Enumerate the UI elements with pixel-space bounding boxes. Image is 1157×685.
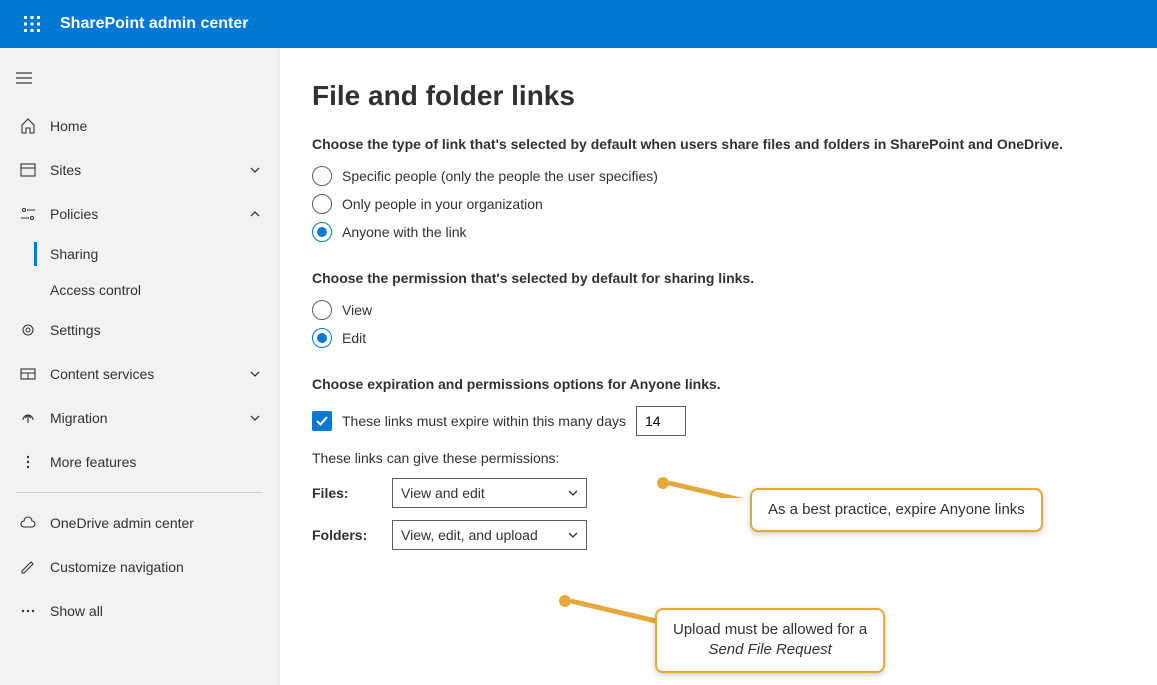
nav-label: Sites [50, 162, 247, 178]
radio-label: View [342, 302, 372, 318]
cloud-icon [18, 513, 38, 533]
nav-content-services[interactable]: Content services [0, 352, 279, 396]
nav-label: Access control [50, 282, 263, 298]
radio-icon [312, 300, 332, 320]
expire-label: These links must expire within this many… [342, 413, 626, 429]
app-title: SharePoint admin center [60, 15, 249, 33]
callout-line2: Send File Request [673, 640, 867, 660]
radio-specific-people[interactable]: Specific people (only the people the use… [312, 166, 1125, 186]
pencil-icon [18, 557, 38, 577]
nav-onedrive-admin[interactable]: OneDrive admin center [0, 501, 279, 545]
radio-label: Specific people (only the people the use… [342, 168, 658, 184]
chevron-down-icon [568, 485, 578, 501]
radio-icon [312, 222, 332, 242]
expire-checkbox[interactable] [312, 411, 332, 431]
files-dropdown[interactable]: View and edit [392, 478, 587, 508]
nav-label: Content services [50, 366, 247, 382]
chevron-down-icon [247, 162, 263, 178]
radio-icon [312, 328, 332, 348]
nav-sites[interactable]: Sites [0, 148, 279, 192]
nav-customize-navigation[interactable]: Customize navigation [0, 545, 279, 589]
nav-label: More features [50, 454, 263, 470]
sites-icon [18, 160, 38, 180]
page-title: File and folder links [312, 80, 1125, 112]
callout-best-practice: As a best practice, expire Anyone links [750, 488, 1043, 532]
nav-more-features[interactable]: More features [0, 440, 279, 484]
folders-dropdown[interactable]: View, edit, and upload [392, 520, 587, 550]
home-icon [18, 116, 38, 136]
nav-migration[interactable]: Migration [0, 396, 279, 440]
radio-only-org[interactable]: Only people in your organization [312, 194, 1125, 214]
app-launcher-icon[interactable] [8, 0, 56, 48]
callout-upload-required: Upload must be allowed for a Send File R… [655, 608, 885, 673]
gear-icon [18, 320, 38, 340]
dropdown-value: View, edit, and upload [401, 527, 538, 543]
radio-icon [312, 194, 332, 214]
nav-label: Policies [50, 206, 247, 222]
nav-divider [16, 492, 263, 493]
chevron-down-icon [247, 410, 263, 426]
chevron-up-icon [247, 206, 263, 222]
dropdown-value: View and edit [401, 485, 485, 501]
radio-label: Only people in your organization [342, 196, 543, 212]
more-vertical-icon [18, 452, 38, 472]
nav-label: Customize navigation [50, 559, 263, 575]
radio-edit[interactable]: Edit [312, 328, 1125, 348]
perm-label: These links can give these permissions: [312, 450, 1125, 466]
folders-label: Folders: [312, 527, 392, 543]
nav-label: Home [50, 118, 263, 134]
nav-label: Show all [50, 603, 263, 619]
main-content: File and folder links Choose the type of… [280, 48, 1157, 685]
migration-icon [18, 408, 38, 428]
top-bar: SharePoint admin center [0, 0, 1157, 48]
permission-heading: Choose the permission that's selected by… [312, 270, 1125, 286]
radio-icon [312, 166, 332, 186]
nav-home[interactable]: Home [0, 104, 279, 148]
radio-label: Edit [342, 330, 366, 346]
anyone-heading: Choose expiration and permissions option… [312, 376, 1125, 392]
nav: Home Sites Policies Sharing Access contr… [0, 104, 279, 633]
nav-label: Migration [50, 410, 247, 426]
callout-text: As a best practice, expire Anyone links [768, 500, 1025, 520]
policies-icon [18, 204, 38, 224]
chevron-down-icon [568, 527, 578, 543]
nav-policies-sub: Sharing Access control [0, 236, 279, 308]
more-horizontal-icon [18, 601, 38, 621]
nav-sharing[interactable]: Sharing [34, 236, 279, 272]
chevron-down-icon [247, 366, 263, 382]
radio-anyone[interactable]: Anyone with the link [312, 222, 1125, 242]
expire-row: These links must expire within this many… [312, 406, 1125, 436]
hamburger-icon[interactable] [0, 56, 48, 100]
content-services-icon [18, 364, 38, 384]
nav-label: Sharing [50, 246, 263, 262]
sidebar: Home Sites Policies Sharing Access contr… [0, 48, 280, 685]
linktype-heading: Choose the type of link that's selected … [312, 136, 1125, 152]
nav-show-all[interactable]: Show all [0, 589, 279, 633]
radio-view[interactable]: View [312, 300, 1125, 320]
expire-days-input[interactable] [636, 406, 686, 436]
nav-access-control[interactable]: Access control [34, 272, 279, 308]
nav-settings[interactable]: Settings [0, 308, 279, 352]
files-label: Files: [312, 485, 392, 501]
nav-label: OneDrive admin center [50, 515, 263, 531]
radio-label: Anyone with the link [342, 224, 467, 240]
callout-line1: Upload must be allowed for a [673, 620, 867, 640]
nav-label: Settings [50, 322, 263, 338]
nav-policies[interactable]: Policies [0, 192, 279, 236]
